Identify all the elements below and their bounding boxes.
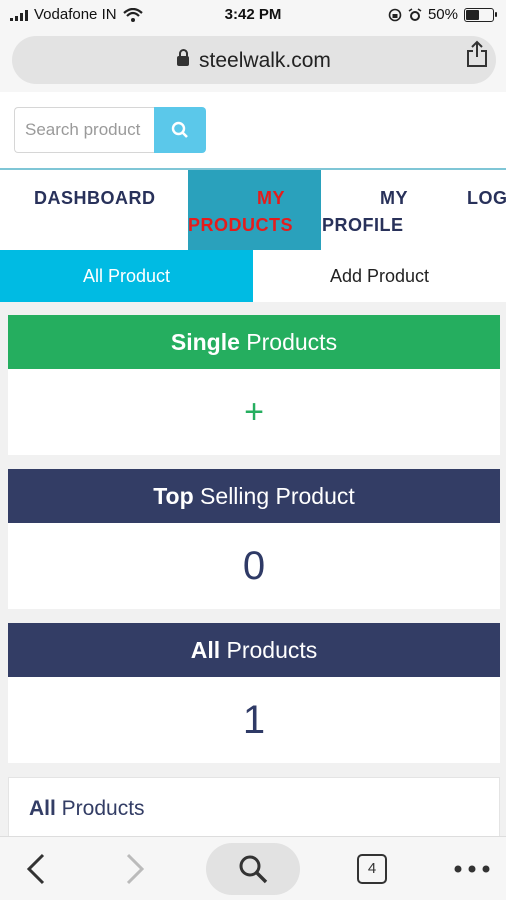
search-input[interactable]: [14, 107, 154, 153]
main-nav: DASHBOARD MY PRODUCTS MY PROFILE LOG: [0, 168, 506, 250]
address-bar[interactable]: steelwalk.com: [12, 36, 496, 84]
search-button[interactable]: [154, 107, 206, 153]
card-header: Top Selling Product: [8, 469, 500, 523]
forward-button[interactable]: [115, 837, 155, 900]
tabs-button[interactable]: 4: [352, 837, 392, 900]
card-title-bold: All: [190, 637, 221, 663]
nav-my-profile-line2: PROFILE: [322, 215, 404, 235]
single-products-card: Single Products +: [8, 315, 500, 455]
card-title-rest: Products: [220, 637, 318, 663]
nav-my-profile[interactable]: MY PROFILE: [322, 170, 408, 250]
card-title-rest: Selling Product: [193, 483, 355, 509]
status-right: 50%: [388, 6, 497, 23]
card-title-bold: Top: [153, 483, 194, 509]
nav-my-products-line1: MY: [257, 188, 285, 208]
chevron-right-icon: [126, 853, 145, 885]
product-subtabs: All Product Add Product: [0, 250, 506, 302]
plus-icon: +: [244, 392, 264, 431]
list-title-bold: All: [29, 797, 56, 820]
search-icon: [239, 855, 268, 884]
rotation-lock-icon: [388, 8, 402, 21]
more-button[interactable]: [448, 837, 496, 900]
status-bar: Vodafone IN 3:42 PM 50%: [0, 0, 506, 30]
list-card-title: All Products: [9, 778, 499, 821]
browser-toolbar: 4: [0, 836, 506, 900]
tab-all-product[interactable]: All Product: [0, 250, 253, 302]
nav-my-products-line2: PRODUCTS: [188, 215, 294, 235]
url-text: steelwalk.com: [199, 49, 331, 72]
lock-icon: [177, 49, 190, 66]
nav-my-products[interactable]: MY PRODUCTS: [188, 170, 321, 250]
search-icon: [171, 121, 188, 138]
search-row: [0, 92, 506, 168]
card-header: All Products: [8, 623, 500, 677]
more-dots-icon: [454, 865, 490, 873]
url-text-wrap: steelwalk.com: [12, 49, 496, 73]
card-title-bold: Single: [170, 329, 240, 355]
battery-percent: 50%: [427, 6, 458, 23]
top-selling-card: Top Selling Product 0: [8, 469, 500, 609]
tab-add-product[interactable]: Add Product: [253, 250, 506, 302]
chevron-left-icon: [26, 853, 45, 885]
alarm-icon: [408, 7, 422, 21]
top-selling-count: 0: [242, 543, 266, 588]
browser-address-area: steelwalk.com: [0, 30, 506, 92]
share-icon[interactable]: [464, 40, 490, 68]
back-button[interactable]: [16, 837, 56, 900]
card-title-rest: Products: [239, 329, 338, 355]
all-products-card: All Products 1: [8, 623, 500, 763]
tab-count: 4: [357, 854, 387, 884]
card-header: Single Products: [8, 315, 500, 369]
toolbar-search-button[interactable]: [206, 843, 300, 895]
add-single-product-button[interactable]: +: [8, 369, 500, 455]
list-title-rest: Products: [55, 797, 145, 820]
nav-my-profile-line1: MY: [380, 188, 408, 208]
battery-icon: [464, 7, 497, 22]
all-products-count: 1: [242, 697, 266, 742]
battery-fill: [466, 9, 479, 20]
content-area: Single Products + Top Selling Product 0 …: [0, 302, 506, 847]
